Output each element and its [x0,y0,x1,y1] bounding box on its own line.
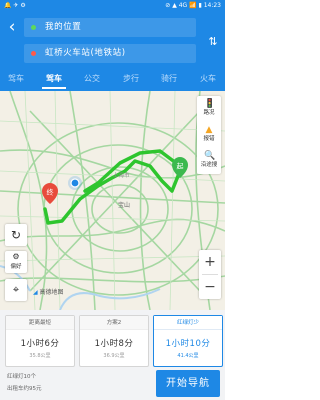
swap-icon[interactable]: ⇅ [206,32,220,52]
status-right: ⊘ ▲ 4G 📶 ▮ 14:23 [165,2,221,9]
map-label-a: 上海市 [113,171,130,179]
map-side-buttons: 🚦 路况 ▲ 报错 🔍 沿途搜 [197,96,221,174]
route-map[interactable]: 上海市 宝山 终 起 🚦 路况 ▲ 报错 🔍 沿途搜 ↻ ⚙ 偏好 ⌖ ◢ 高德… [0,91,225,310]
route-card-1[interactable]: 距离最短 1小时6分 35.8公里 [5,315,75,367]
traffic-icon: 🚦 [204,99,216,109]
start-dot-icon [31,25,36,30]
end-text: 虹桥火车站(地铁站) [45,48,126,58]
tab-bike[interactable]: 骑行 [151,66,187,91]
status-left: 🔔 ✈ ⚙ [4,2,26,9]
route-distance: 36.9公里 [103,353,125,359]
route-name: 距离最短 [6,316,74,330]
route-panel: 距离最短 1小时6分 35.8公里 方案2 1小时8分 36.9公里 红绿灯少 … [0,310,225,400]
route-distance: 41.4公里 [177,353,199,359]
logo-icon: ◢ [33,289,38,296]
back-icon[interactable]: ‹ [4,18,20,38]
locate-button[interactable]: ⌖ [5,279,27,301]
current-location-icon [68,176,82,190]
tab-walk[interactable]: 步行 [113,66,149,91]
tab-train-label: 火车 [200,74,216,83]
end-field[interactable]: 虹桥火车站(地铁站) [24,44,196,63]
prefer-label: 偏好 [10,264,22,270]
route-card-3[interactable]: 红绿灯少 1小时10分 41.4公里 [153,315,223,367]
zoom-in-button[interactable]: + [199,250,221,274]
route-card-2[interactable]: 方案2 1小时8分 36.9公里 [79,315,149,367]
refresh-button[interactable]: ↻ [5,224,27,246]
start-text: 我的位置 [45,22,82,32]
tab-bus[interactable]: 公交 [74,66,110,91]
around-search-label: 沿途搜 [200,162,218,168]
tab-walk-label: 步行 [123,74,139,83]
report-label: 报错 [203,136,215,142]
tab-train[interactable]: 火车 [190,66,226,91]
traffic-button[interactable]: 🚦 路况 [197,99,221,122]
route-duration: 1小时8分 [94,339,134,349]
start-navigation-button[interactable]: 开始导航 [156,370,220,397]
tab-drive[interactable]: 驾车 [36,66,72,91]
report-button[interactable]: ▲ 报错 [197,125,221,148]
route-header: ‹ 我的位置 虹桥火车站(地铁站) ⇅ [0,11,225,66]
traffic-label: 路况 [203,110,215,116]
prefer-icon: ⚙ [12,252,20,261]
end-marker-label: 终 [47,188,54,197]
traffic-light-count: 红绿灯10个 [7,374,36,380]
tab-bike-label: 骑行 [161,74,177,83]
status-bar: 🔔 ✈ ⚙ ⊘ ▲ 4G 📶 ▮ 14:23 [0,0,225,11]
route-name: 红绿灯少 [154,316,222,330]
taxi-fare: 出租车约95元 [7,386,42,392]
search-icon: 🔍 [204,151,216,161]
map-logo: ◢ 高德地图 [33,287,64,296]
logo-text: 高德地图 [39,289,64,296]
tab-underline [42,87,66,89]
route-distance: 35.8公里 [29,353,51,359]
zoom-controls: + − [199,250,221,299]
map-canvas: 上海市 宝山 终 起 [0,91,225,310]
zoom-out-button[interactable]: − [199,275,221,299]
locate-icon: ⌖ [12,283,20,296]
end-dot-icon [31,51,36,56]
route-duration: 1小时6分 [20,339,60,349]
tab-drive-label: 驾车 [46,74,62,83]
start-field[interactable]: 我的位置 [24,18,196,37]
route-name: 方案2 [80,316,148,330]
tab-car-left[interactable]: 驾车 [0,66,34,91]
start-marker-label: 起 [177,163,184,171]
prefer-button[interactable]: ⚙ 偏好 [5,251,27,273]
report-icon: ▲ [205,125,213,135]
mode-tabs: 驾车 驾车 公交 步行 骑行 火车 [0,66,225,91]
tab-bus-label: 公交 [84,74,100,83]
map-label-b: 宝山 [118,201,130,209]
around-search-button[interactable]: 🔍 沿途搜 [197,151,221,174]
route-duration: 1小时10分 [165,339,211,349]
tab-car-left-label: 驾车 [8,74,24,83]
refresh-icon: ↻ [10,228,22,242]
